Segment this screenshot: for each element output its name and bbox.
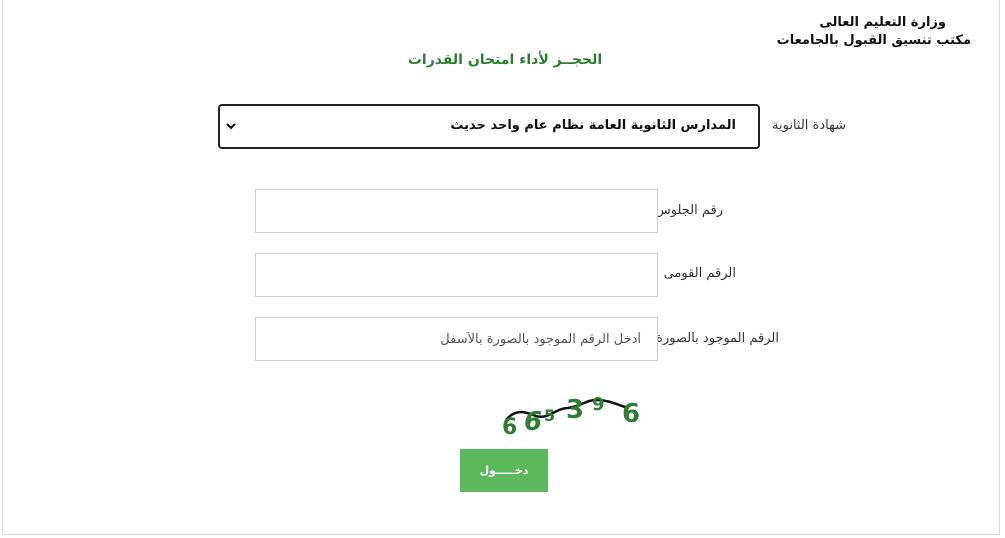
org-header: وزارة التعليم العالى مكتب تنسيق القبول ب…: [777, 14, 971, 50]
captcha-digit: 6: [502, 415, 517, 440]
national-id-input[interactable]: [255, 253, 658, 297]
captcha-image: 6 6 5 3 9 6: [502, 394, 640, 440]
captcha-digit: 6: [524, 407, 542, 437]
login-button[interactable]: دخـــــول: [460, 449, 548, 492]
ministry-name: وزارة التعليم العالى: [819, 15, 946, 30]
page-title: الحجــز لأداء امتحان القدرات: [407, 52, 603, 68]
captcha-input[interactable]: [255, 317, 658, 361]
certificate-selected-value: المدارس الثانوية العامة نظام عام واحد حد…: [450, 118, 736, 133]
captcha-digit: 9: [592, 394, 605, 415]
national-id-label: الرقم القومى: [663, 266, 736, 281]
certificate-label: شهادة الثانوية: [772, 118, 846, 133]
captcha-digit: 5: [544, 406, 555, 425]
captcha-digit: 3: [566, 395, 584, 425]
certificate-select[interactable]: المدارس الثانوية العامة نظام عام واحد حد…: [218, 104, 760, 149]
captcha-label: الرقم الموجود بالصورة: [656, 331, 779, 346]
seat-number-label: رقم الجلوس: [654, 203, 723, 218]
office-name: مكتب تنسيق القبول بالجامعات: [776, 33, 971, 48]
chevron-down-icon: [226, 123, 236, 130]
seat-number-input[interactable]: [255, 189, 658, 233]
captcha-digit: 6: [622, 399, 640, 429]
